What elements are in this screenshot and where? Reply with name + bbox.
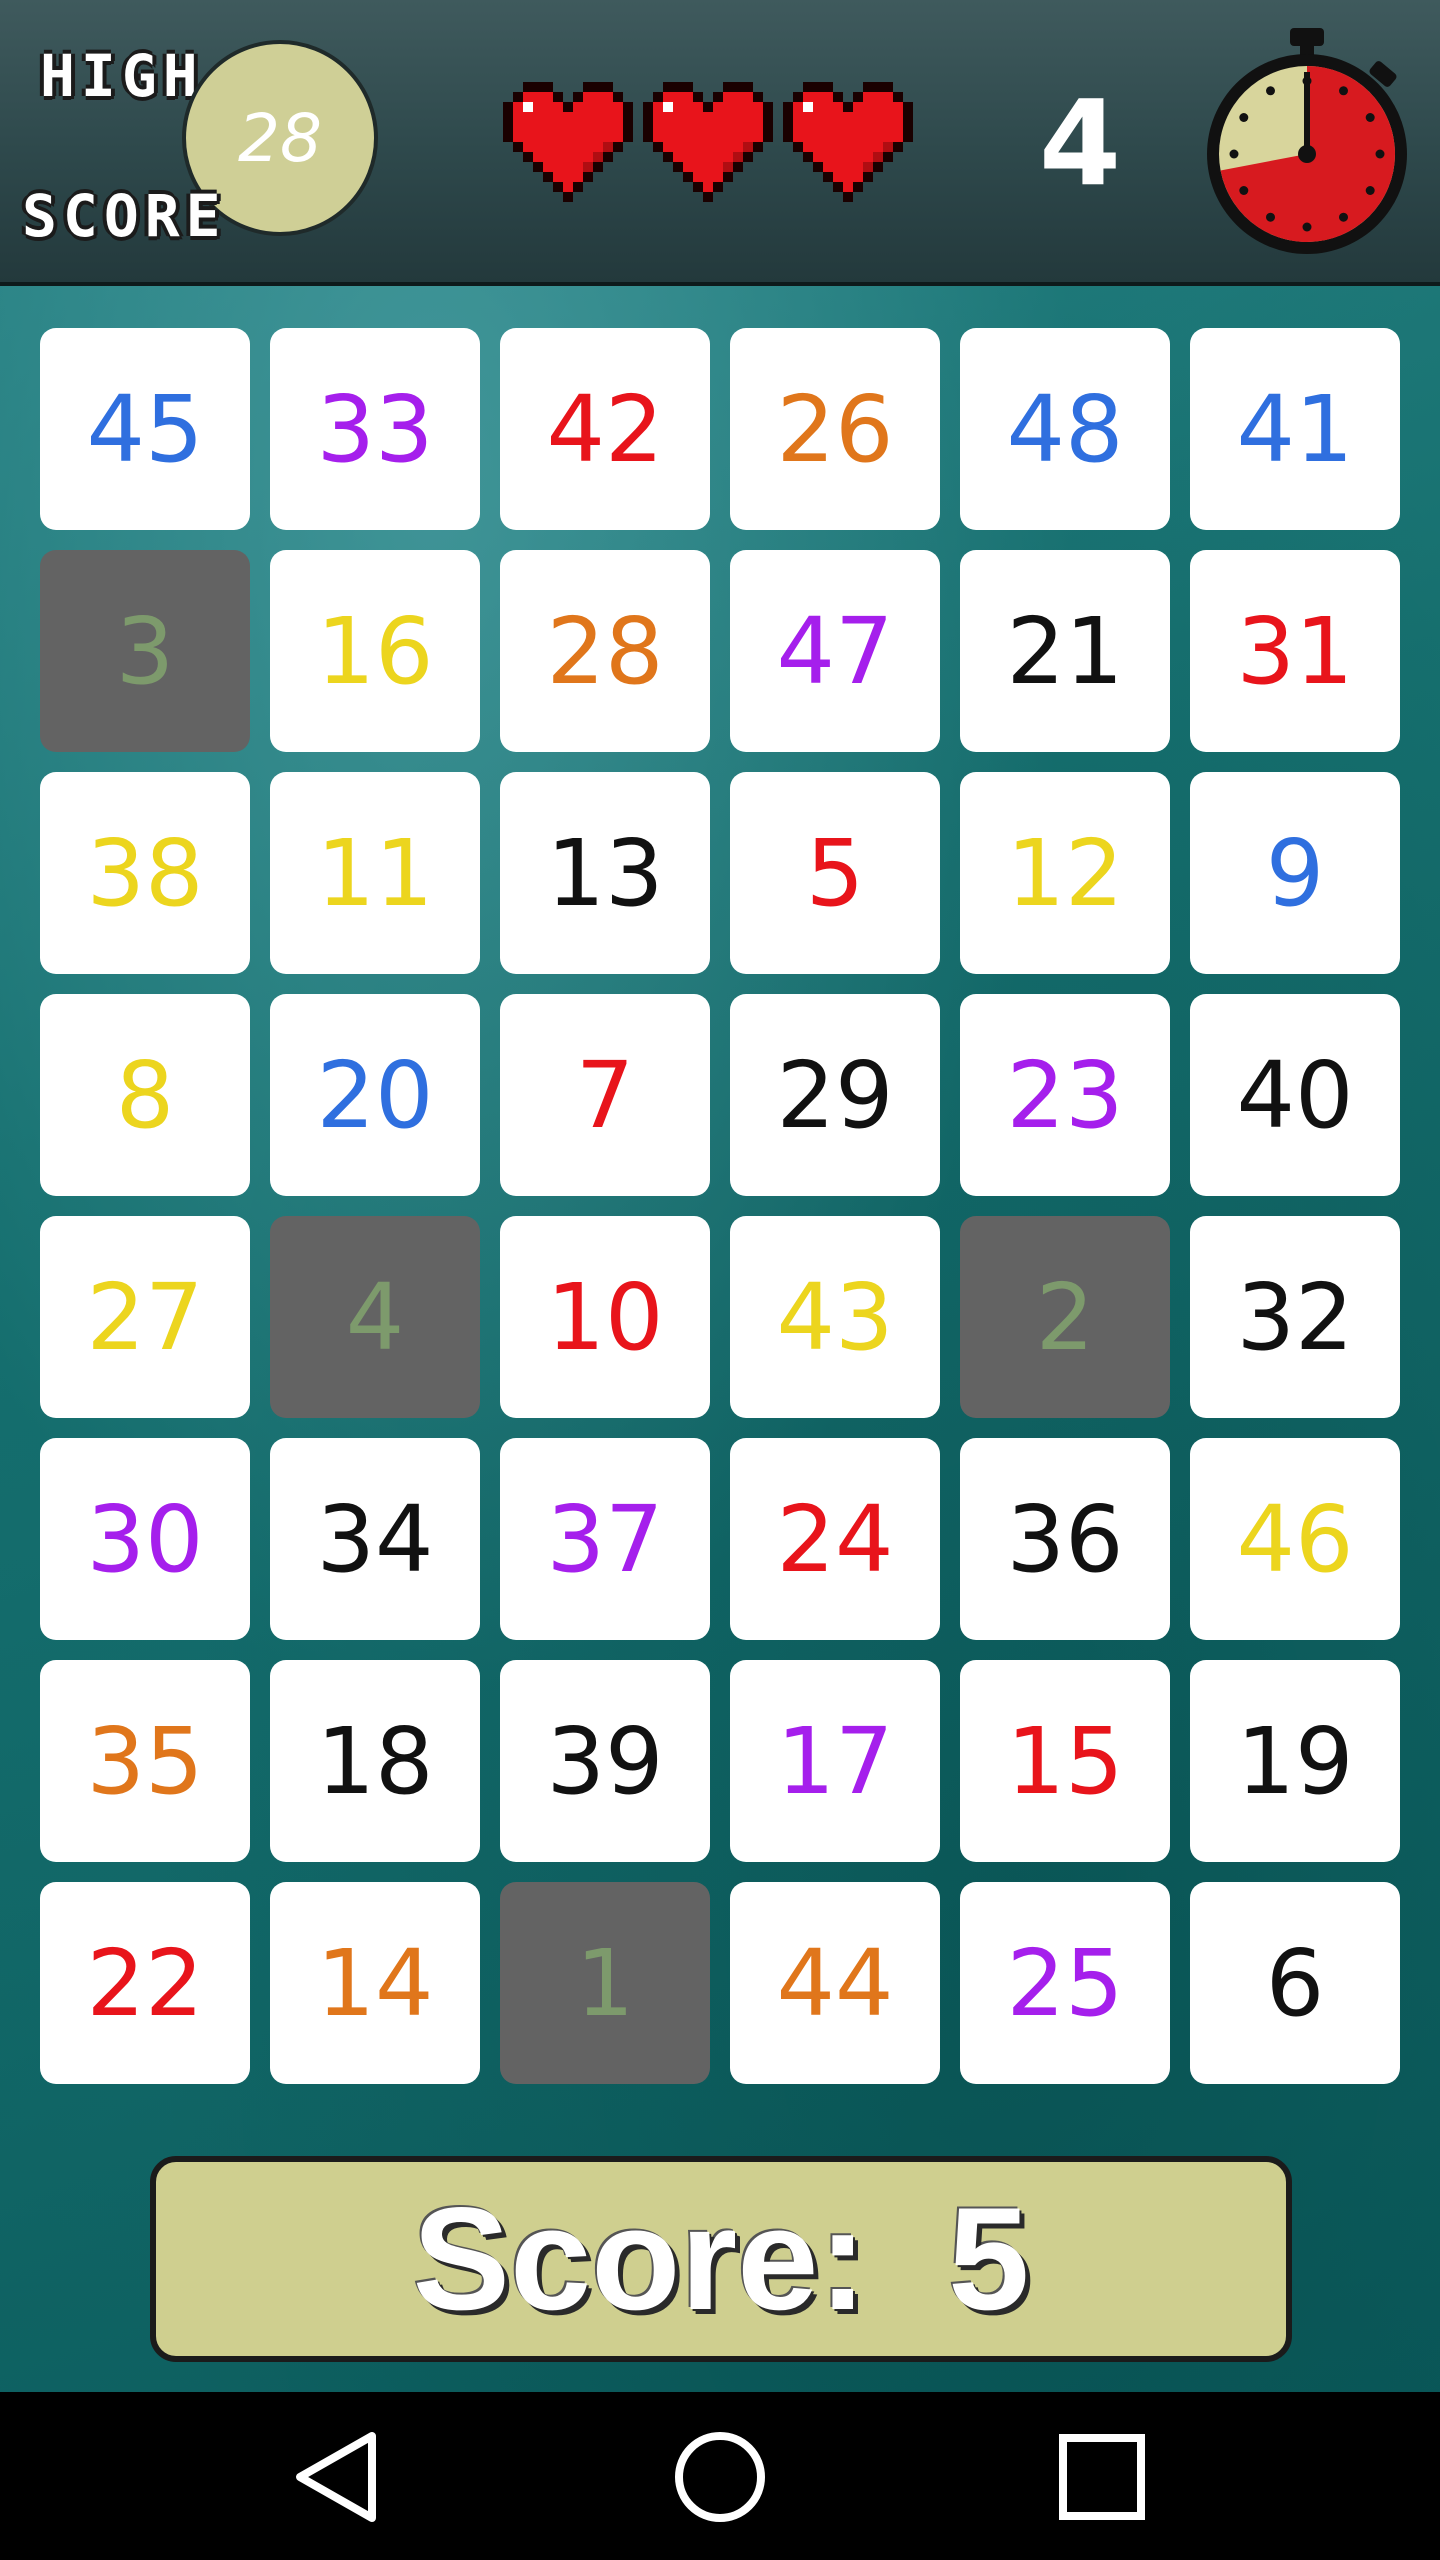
number-tile[interactable]: 28 — [500, 550, 710, 752]
number-tile[interactable]: 15 — [960, 1660, 1170, 1862]
number-tile[interactable]: 34 — [270, 1438, 480, 1640]
android-nav-bar — [0, 2392, 1440, 2560]
number-tile[interactable]: 9 — [1190, 772, 1400, 974]
number-tile[interactable]: 22 — [40, 1882, 250, 2084]
number-tile[interactable]: 24 — [730, 1438, 940, 1640]
number-tile[interactable]: 40 — [1190, 994, 1400, 1196]
number-tile[interactable]: 29 — [730, 994, 940, 1196]
number-tile[interactable]: 20 — [270, 994, 480, 1196]
number-tile[interactable]: 27 — [40, 1216, 250, 1418]
score-text: Score: 5 — [412, 2177, 1030, 2340]
number-tile[interactable]: 12 — [960, 772, 1170, 974]
number-tile[interactable]: 42 — [500, 328, 710, 530]
number-tile[interactable]: 25 — [960, 1882, 1170, 2084]
number-tile[interactable]: 18 — [270, 1660, 480, 1862]
high-score-label-high: HIGH — [40, 42, 204, 110]
used-number-tile[interactable]: 2 — [960, 1216, 1170, 1418]
number-tile[interactable]: 36 — [960, 1438, 1170, 1640]
number-tile[interactable]: 39 — [500, 1660, 710, 1862]
number-tile[interactable]: 23 — [960, 994, 1170, 1196]
number-tile[interactable]: 47 — [730, 550, 940, 752]
number-tile[interactable]: 14 — [270, 1882, 480, 2084]
number-tile[interactable]: 45 — [40, 328, 250, 530]
number-tile[interactable]: 8 — [40, 994, 250, 1196]
number-tile[interactable]: 32 — [1190, 1216, 1400, 1418]
number-tile[interactable]: 38 — [40, 772, 250, 974]
number-tile[interactable]: 13 — [500, 772, 710, 974]
number-tile[interactable]: 30 — [40, 1438, 250, 1640]
number-tile[interactable]: 43 — [730, 1216, 940, 1418]
used-number-tile[interactable]: 1 — [500, 1882, 710, 2084]
number-tile[interactable]: 11 — [270, 772, 480, 974]
game-header: HIGH 28 SCORE 4 — [0, 0, 1440, 286]
counter-value: 4 — [1038, 74, 1122, 212]
heart-icon — [783, 82, 913, 202]
recents-square-icon[interactable] — [1047, 2422, 1157, 2532]
heart-icon — [643, 82, 773, 202]
back-triangle-icon[interactable] — [286, 2422, 396, 2532]
number-tile[interactable]: 26 — [730, 328, 940, 530]
number-tile[interactable]: 19 — [1190, 1660, 1400, 1862]
number-tile[interactable]: 41 — [1190, 328, 1400, 530]
high-score-label-score: SCORE — [22, 182, 227, 250]
home-circle-icon[interactable] — [665, 2422, 775, 2532]
number-board: 45 33 42 26 48 41 3 16 28 47 21 31 38 11 13 5 12 9 8 20 7 29 2… — [40, 328, 1400, 2088]
number-tile[interactable]: 17 — [730, 1660, 940, 1862]
number-tile[interactable]: 31 — [1190, 550, 1400, 752]
number-tile[interactable]: 44 — [730, 1882, 940, 2084]
number-tile[interactable]: 10 — [500, 1216, 710, 1418]
number-tile[interactable]: 35 — [40, 1660, 250, 1862]
score-bar: Score: 5 — [150, 2156, 1292, 2362]
stopwatch-icon — [1207, 28, 1407, 254]
number-tile[interactable]: 6 — [1190, 1882, 1400, 2084]
number-tile[interactable]: 46 — [1190, 1438, 1400, 1640]
number-tile[interactable]: 21 — [960, 550, 1170, 752]
number-tile[interactable]: 5 — [730, 772, 940, 974]
number-tile[interactable]: 7 — [500, 994, 710, 1196]
number-tile[interactable]: 16 — [270, 550, 480, 752]
heart-icon — [503, 82, 633, 202]
used-number-tile[interactable]: 4 — [270, 1216, 480, 1418]
number-tile[interactable]: 33 — [270, 328, 480, 530]
number-tile[interactable]: 37 — [500, 1438, 710, 1640]
number-tile[interactable]: 48 — [960, 328, 1170, 530]
used-number-tile[interactable]: 3 — [40, 550, 250, 752]
